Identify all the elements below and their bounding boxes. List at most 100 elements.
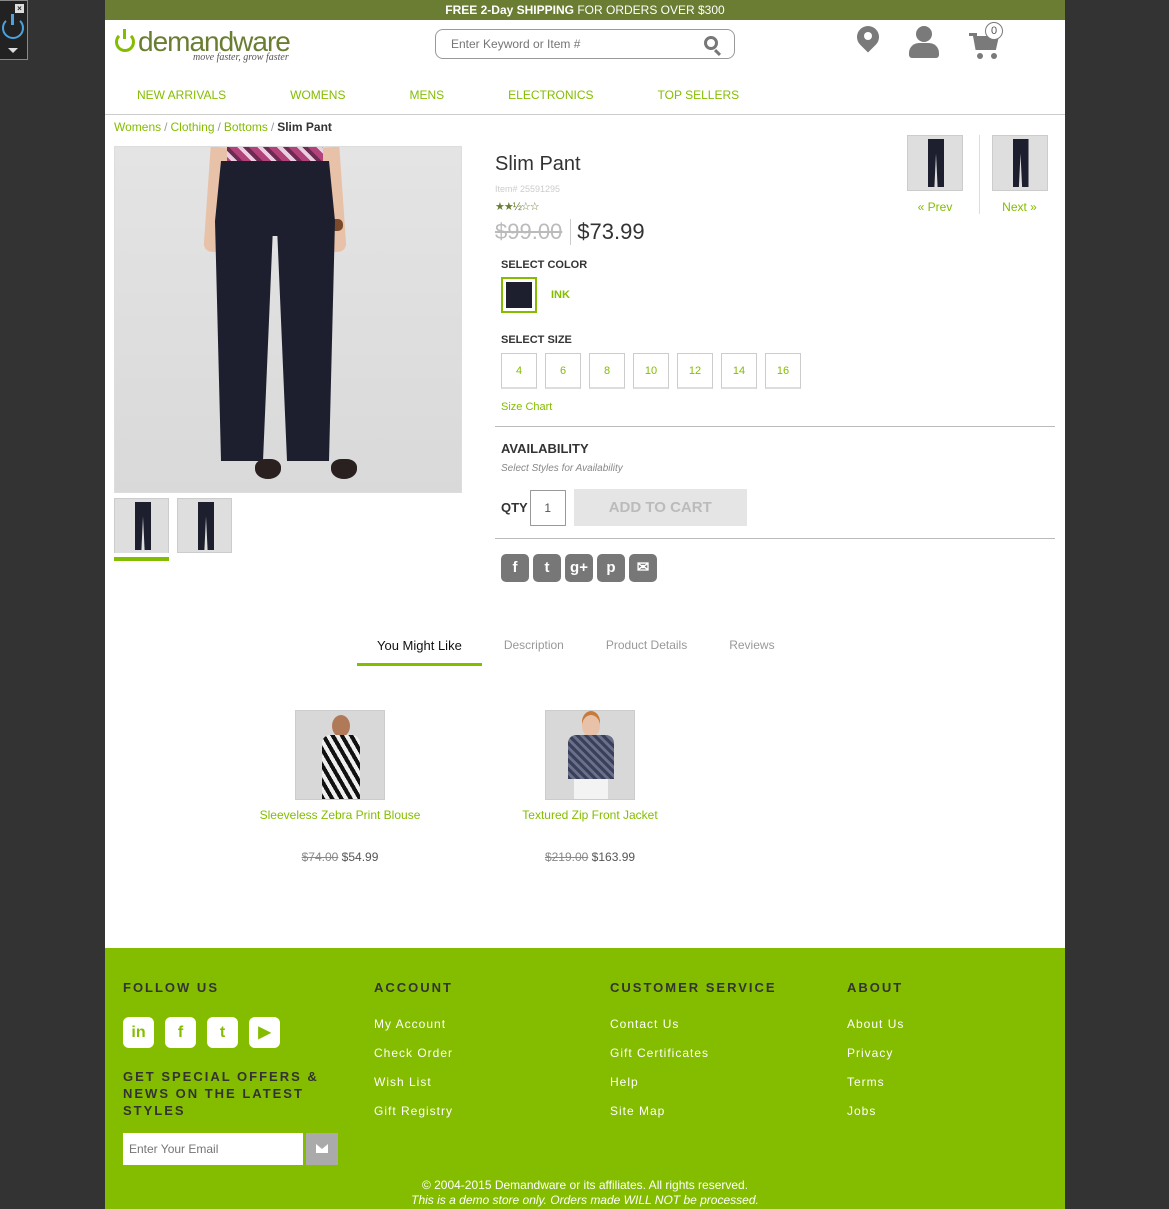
social-icons: in f t ▶ [123, 1017, 338, 1048]
size-option[interactable]: 12 [677, 353, 713, 389]
footer-link-wish-list[interactable]: Wish List [374, 1075, 453, 1089]
nav-electronics[interactable]: ELECTRONICS [508, 80, 593, 114]
size-chart-link[interactable]: Size Chart [501, 401, 1055, 413]
footer-follow: FOLLOW US in f t ▶ GET SPECIAL OFFERS & … [123, 980, 338, 1165]
product-main-image[interactable] [114, 146, 462, 493]
pinterest-icon[interactable]: p [597, 554, 625, 582]
recommendation-tile: Textured Zip Front Jacket $219.00 $163.9… [500, 710, 680, 864]
header: demandware move faster, grow faster 0 [105, 20, 1065, 80]
price-sale: $163.99 [591, 850, 636, 864]
add-to-cart-button[interactable]: ADD TO CART [573, 489, 747, 526]
breadcrumb-current: Slim Pant [277, 120, 332, 134]
price-standard: $74.00 [301, 850, 339, 864]
offers-heading: GET SPECIAL OFFERS & NEWS ON THE LATEST … [123, 1069, 319, 1118]
prev-link[interactable]: « Prev [903, 200, 967, 214]
footer-link-jobs[interactable]: Jobs [847, 1104, 904, 1118]
promo-highlight: FREE 2-Day SHIPPING [445, 3, 574, 17]
recommendation-tile: Sleeveless Zebra Print Blouse $74.00 $54… [250, 710, 430, 864]
footer-link-help[interactable]: Help [610, 1075, 777, 1089]
footer-heading: FOLLOW US [123, 980, 219, 995]
linkedin-icon[interactable]: in [123, 1017, 154, 1048]
size-option[interactable]: 8 [589, 353, 625, 389]
footer-about: ABOUT About Us Privacy Terms Jobs [847, 980, 904, 1133]
color-swatch-ink[interactable] [501, 277, 537, 313]
footer-link-about-us[interactable]: About Us [847, 1017, 904, 1031]
breadcrumb-womens[interactable]: Womens [114, 120, 161, 134]
facebook-icon[interactable]: f [501, 554, 529, 582]
size-option[interactable]: 16 [765, 353, 801, 389]
recommendation-name[interactable]: Sleeveless Zebra Print Blouse [250, 808, 430, 822]
tab-product-details[interactable]: Product Details [586, 632, 707, 666]
next-product[interactable]: Next » [979, 135, 1051, 214]
footer-heading: ABOUT [847, 980, 904, 995]
quantity-input[interactable] [529, 489, 566, 526]
thumbnail-active-indicator [114, 557, 169, 561]
product-thumbnail[interactable] [177, 498, 232, 553]
search-input[interactable] [436, 30, 686, 58]
prev-product-image[interactable] [907, 135, 963, 191]
nav-mens[interactable]: MENS [409, 80, 444, 114]
store-locator-icon[interactable] [857, 26, 879, 58]
nav-top-sellers[interactable]: TOP SELLERS [658, 80, 740, 114]
footer-customer-service: CUSTOMER SERVICE Contact Us Gift Certifi… [610, 980, 777, 1133]
dev-toolbar-widget[interactable]: × [0, 0, 28, 60]
nav-new-arrivals[interactable]: NEW ARRIVALS [137, 80, 226, 114]
recommendation-name[interactable]: Textured Zip Front Jacket [500, 808, 680, 822]
breadcrumb: Womens / Clothing / Bottoms / Slim Pant [114, 120, 332, 134]
qty-label: QTY [501, 500, 528, 515]
product-thumbnail[interactable] [114, 498, 169, 553]
twitter-icon[interactable]: t [533, 554, 561, 582]
footer-link-privacy[interactable]: Privacy [847, 1046, 904, 1060]
logo[interactable]: demandware move faster, grow faster [115, 26, 291, 63]
footer-link-terms[interactable]: Terms [847, 1075, 904, 1089]
nav-womens[interactable]: WOMENS [290, 80, 345, 114]
footer-link-site-map[interactable]: Site Map [610, 1104, 777, 1118]
recommendation-price: $219.00 $163.99 [500, 850, 680, 864]
size-option[interactable]: 4 [501, 353, 537, 389]
tab-reviews[interactable]: Reviews [709, 632, 794, 666]
size-option[interactable]: 10 [633, 353, 669, 389]
header-icons: 0 [857, 22, 1005, 60]
footer-link-gift-certificates[interactable]: Gift Certificates [610, 1046, 777, 1060]
cart-icon[interactable]: 0 [969, 22, 1005, 60]
power-icon[interactable] [2, 14, 24, 39]
demo-notice: This is a demo store only. Orders made W… [411, 1193, 759, 1207]
chevron-down-icon[interactable] [8, 48, 18, 53]
email-field[interactable] [123, 1133, 303, 1165]
size-option[interactable]: 14 [721, 353, 757, 389]
footer-link-contact-us[interactable]: Contact Us [610, 1017, 777, 1031]
cart-count-badge: 0 [985, 22, 1003, 40]
next-link[interactable]: Next » [988, 200, 1051, 214]
recommendation-image[interactable] [545, 710, 635, 800]
prev-product[interactable]: « Prev [903, 135, 967, 214]
footer-link-check-order[interactable]: Check Order [374, 1046, 453, 1060]
availability-label: AVAILABILITY [501, 441, 589, 456]
close-icon[interactable]: × [15, 4, 24, 13]
recommendation-image[interactable] [295, 710, 385, 800]
next-product-image[interactable] [991, 135, 1048, 191]
facebook-icon[interactable]: f [165, 1017, 196, 1048]
breadcrumb-bottoms[interactable]: Bottoms [224, 120, 268, 134]
footer-link-gift-registry[interactable]: Gift Registry [374, 1104, 453, 1118]
google-plus-icon[interactable]: g+ [565, 554, 593, 582]
product-detail: Slim Pant Item# 25591295 ★★½☆☆ $99.00 $7… [105, 135, 1065, 607]
tab-you-might-like[interactable]: You Might Like [357, 632, 482, 666]
promo-banner: FREE 2-Day SHIPPING FOR ORDERS OVER $300 [105, 0, 1065, 20]
size-option[interactable]: 6 [545, 353, 581, 389]
twitter-icon[interactable]: t [207, 1017, 238, 1048]
email-icon[interactable]: ✉ [629, 554, 657, 582]
price-standard: $99.00 [495, 219, 572, 245]
share-icons: f t g+ p ✉ [501, 554, 1055, 582]
breadcrumb-clothing[interactable]: Clothing [170, 120, 214, 134]
youtube-icon[interactable]: ▶ [249, 1017, 280, 1048]
user-account-icon[interactable] [909, 26, 939, 58]
copyright-text: © 2004-2015 Demandware or its affiliates… [421, 1178, 749, 1192]
availability-note: Select Styles for Availability [501, 463, 623, 474]
email-submit-button[interactable] [306, 1133, 338, 1165]
footer-heading: ACCOUNT [374, 980, 453, 995]
add-to-cart-row: QTY ADD TO CART [501, 489, 1055, 526]
footer-link-my-account[interactable]: My Account [374, 1017, 453, 1031]
search-icon[interactable] [704, 36, 718, 50]
power-icon [115, 29, 135, 52]
tab-description[interactable]: Description [484, 632, 584, 666]
